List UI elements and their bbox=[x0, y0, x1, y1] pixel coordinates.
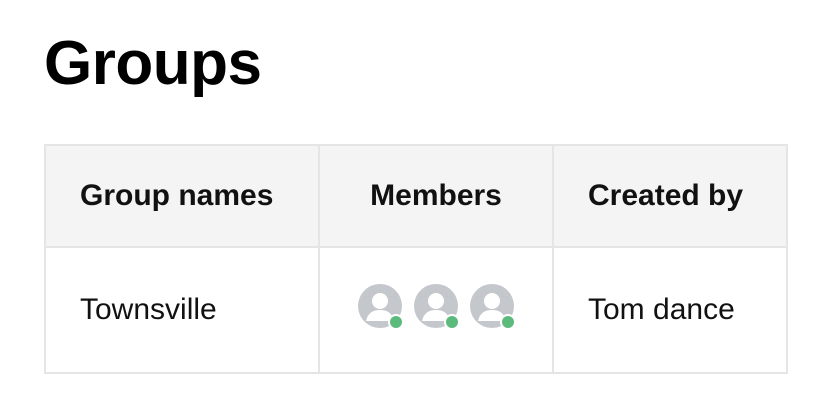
table-row[interactable]: Townsville Tom dance bbox=[44, 246, 788, 374]
online-status-dot bbox=[444, 314, 460, 330]
member-avatar[interactable] bbox=[356, 282, 404, 330]
groups-table: Group names Members Created by Townsvill… bbox=[44, 144, 788, 374]
member-avatar[interactable] bbox=[468, 282, 516, 330]
table-header-row: Group names Members Created by bbox=[44, 144, 788, 248]
online-status-dot bbox=[388, 314, 404, 330]
members-cell bbox=[318, 246, 554, 374]
member-avatars bbox=[356, 282, 516, 330]
online-status-dot bbox=[500, 314, 516, 330]
page-title: Groups bbox=[44, 29, 262, 98]
member-avatar[interactable] bbox=[412, 282, 460, 330]
column-header-members[interactable]: Members bbox=[318, 144, 554, 248]
column-header-group-names[interactable]: Group names bbox=[44, 144, 320, 248]
column-header-created-by[interactable]: Created by bbox=[552, 144, 788, 248]
created-by-cell[interactable]: Tom dance bbox=[552, 246, 788, 374]
group-name-cell[interactable]: Townsville bbox=[44, 246, 320, 374]
